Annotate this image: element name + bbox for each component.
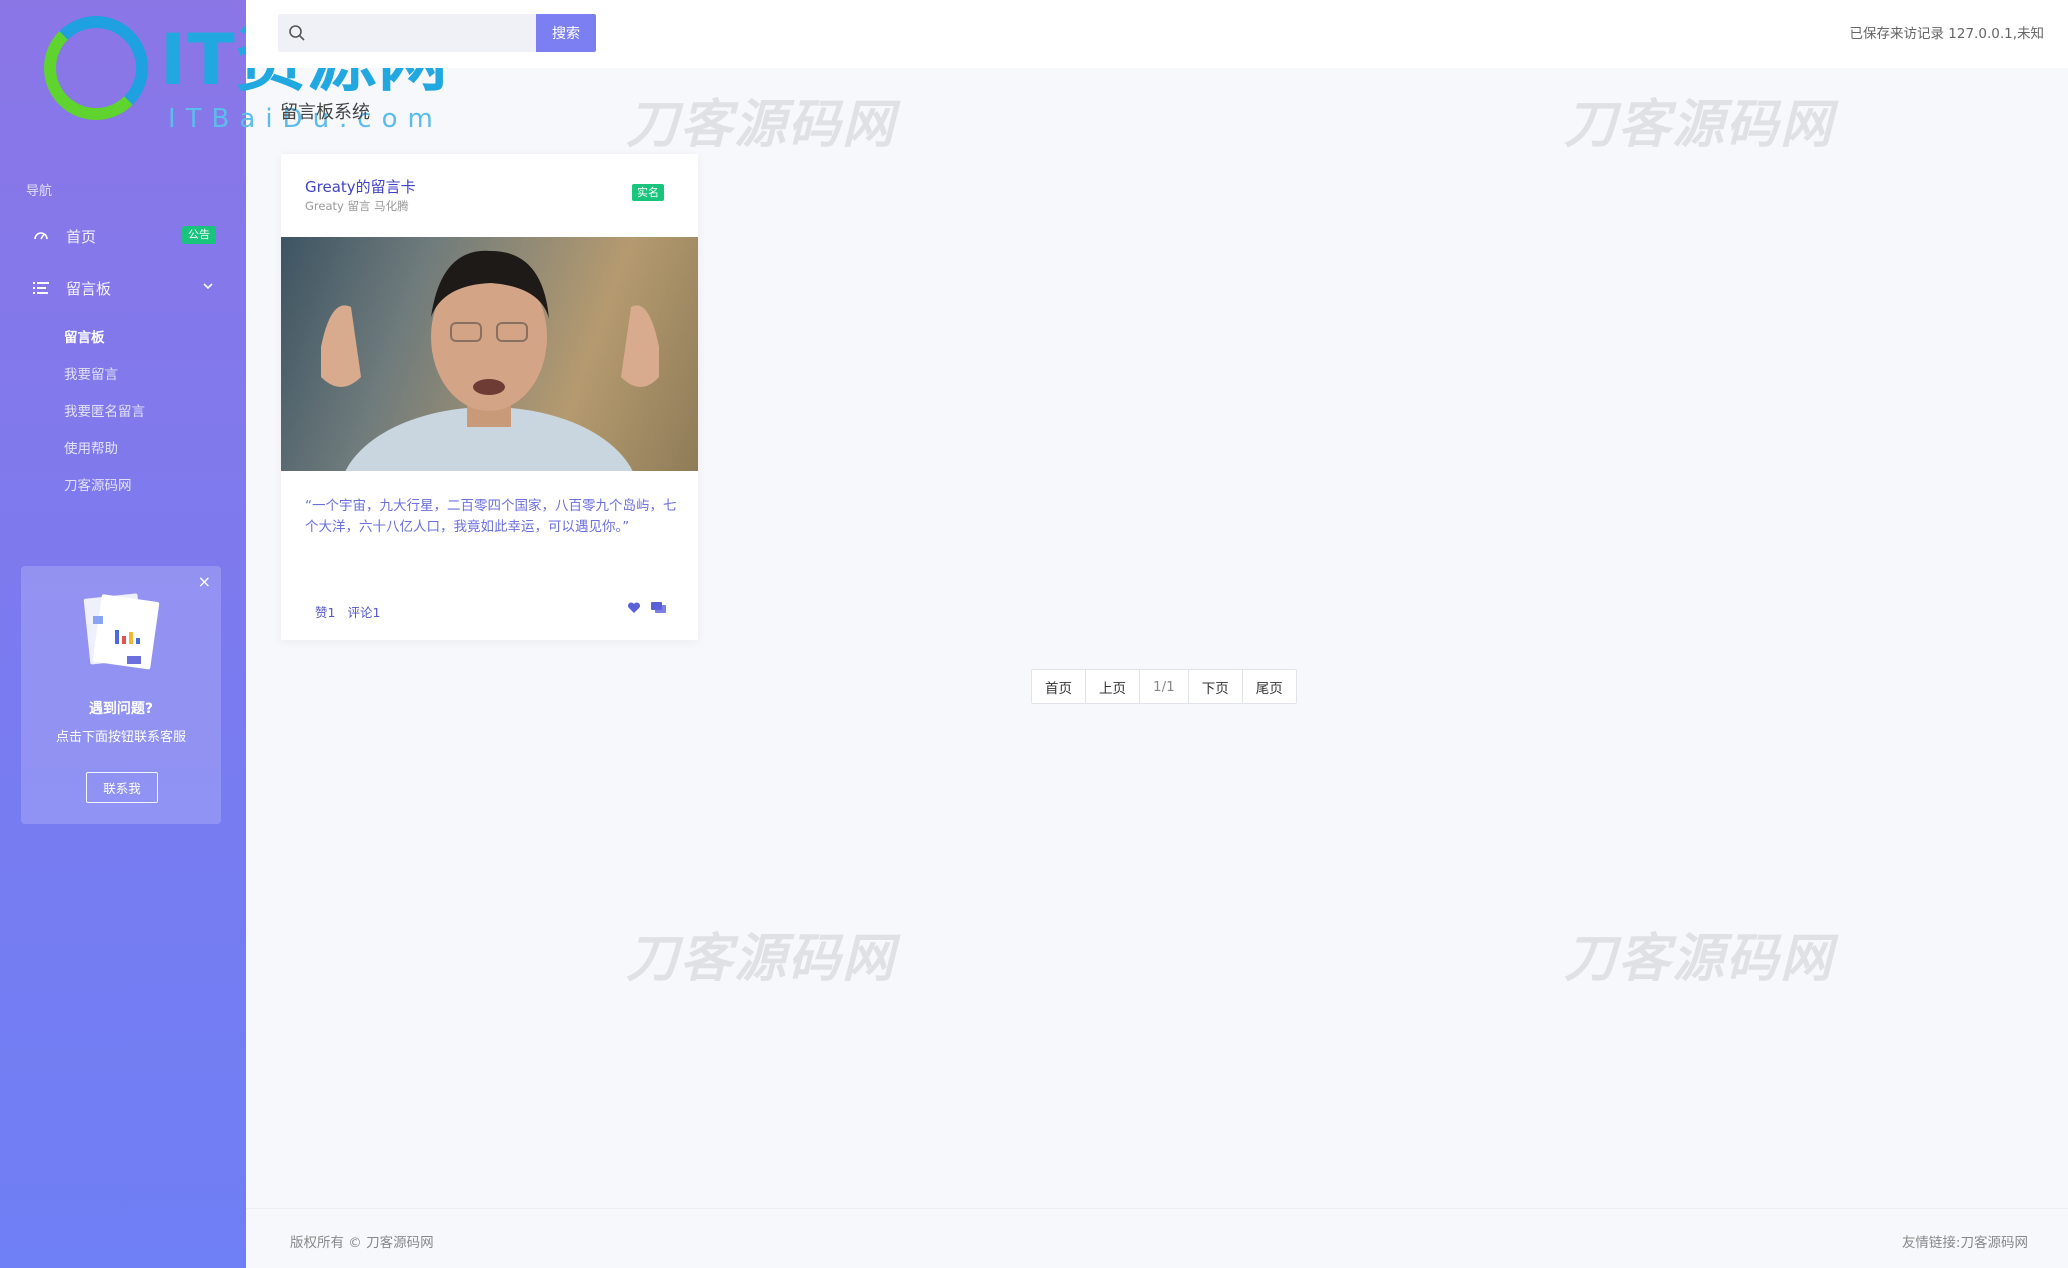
card-title[interactable]: Greaty的留言卡 [305, 176, 416, 197]
message-card: Greaty的留言卡 Greaty 留言 马化腾 实名 “一个宇宙，九大行星，二… [281, 154, 698, 640]
watermark-text: 刀客源码网 [1564, 929, 1835, 989]
pagination: 首页 上页 1/1 下页 尾页 [1031, 669, 1297, 704]
portrait-photo [321, 250, 659, 471]
card-quote: “一个宇宙，九大行星，二百零四个国家，八百零九个岛屿，七个大洋，六十八亿人口，我… [305, 498, 677, 535]
sidebar-subitem-guestbook[interactable]: 留言板 [64, 326, 105, 346]
watermark-text: 刀客源码网 [1564, 95, 1835, 155]
search-icon [289, 25, 305, 41]
sidebar-item-label: 留言板 [66, 279, 112, 298]
sidebar-item-home[interactable]: 首页 公告 [0, 216, 246, 256]
visit-record-text: 已保存来访记录 127.0.0.1,未知 [1849, 26, 2045, 42]
help-card: × 遇到问题? 点击下面按钮联系客服 联系我 [21, 566, 221, 824]
sidebar-subitem-anonymous-message[interactable]: 我要匿名留言 [64, 400, 145, 420]
card-photo [281, 237, 698, 471]
report-chart-illustration-icon [83, 593, 160, 670]
sidebar-item-label: 首页 [66, 227, 97, 246]
heart-icon[interactable] [627, 602, 641, 614]
card-actions [627, 602, 666, 614]
watermark-text: 刀客源码网 [626, 95, 897, 155]
notice-badge: 公告 [182, 226, 216, 244]
pagination-last[interactable]: 尾页 [1243, 670, 1296, 703]
card-subtitle: Greaty 留言 马化腾 [305, 199, 409, 213]
pagination-first[interactable]: 首页 [1032, 670, 1086, 703]
pagination-prev[interactable]: 上页 [1086, 670, 1140, 703]
friend-links[interactable]: 友情链接:刀客源码网 [1902, 1231, 2028, 1251]
topbar: 搜索 已保存来访记录 127.0.0.1,未知 [246, 0, 2068, 68]
dashboard-gauge-icon [32, 227, 50, 245]
help-card-description: 点击下面按钮联系客服 [55, 730, 186, 745]
copyright-text: 版权所有 © 刀客源码网 [290, 1235, 434, 1251]
logo-ring-icon [44, 16, 148, 120]
sidebar-subitem-help[interactable]: 使用帮助 [64, 437, 118, 457]
sidebar: IT资源网 ITBaiDu.com 导航 首页 公告 留言板 留言板 我要留言 … [0, 0, 448, 1268]
sidebar-subitem-daoke[interactable]: 刀客源码网 [64, 474, 132, 494]
list-icon [32, 279, 50, 297]
real-name-badge: 实名 [632, 184, 664, 201]
contact-me-button[interactable]: 联系我 [86, 772, 158, 803]
help-card-title: 遇到问题? [88, 701, 154, 717]
page-title: 留言板系统 [280, 102, 370, 123]
chevron-down-icon [203, 283, 213, 290]
like-count[interactable]: 赞1 [315, 605, 335, 620]
close-icon[interactable]: × [198, 574, 211, 590]
card-stats: 赞1 评论1 [315, 602, 388, 621]
footer: 版权所有 © 刀客源码网 友情链接:刀客源码网 [246, 1208, 2068, 1268]
sidebar-subitem-leave-message[interactable]: 我要留言 [64, 363, 118, 383]
search-input[interactable] [278, 14, 536, 52]
search-button[interactable]: 搜索 [536, 14, 596, 52]
pagination-next[interactable]: 下页 [1189, 670, 1243, 703]
pagination-current: 1/1 [1140, 670, 1189, 703]
sidebar-item-guestbook[interactable]: 留言板 [0, 268, 246, 308]
watermark-text: 刀客源码网 [626, 929, 897, 989]
comment-icon[interactable] [651, 602, 666, 614]
comment-count[interactable]: 评论1 [347, 605, 380, 620]
nav-section-title: 导航 [26, 184, 53, 199]
